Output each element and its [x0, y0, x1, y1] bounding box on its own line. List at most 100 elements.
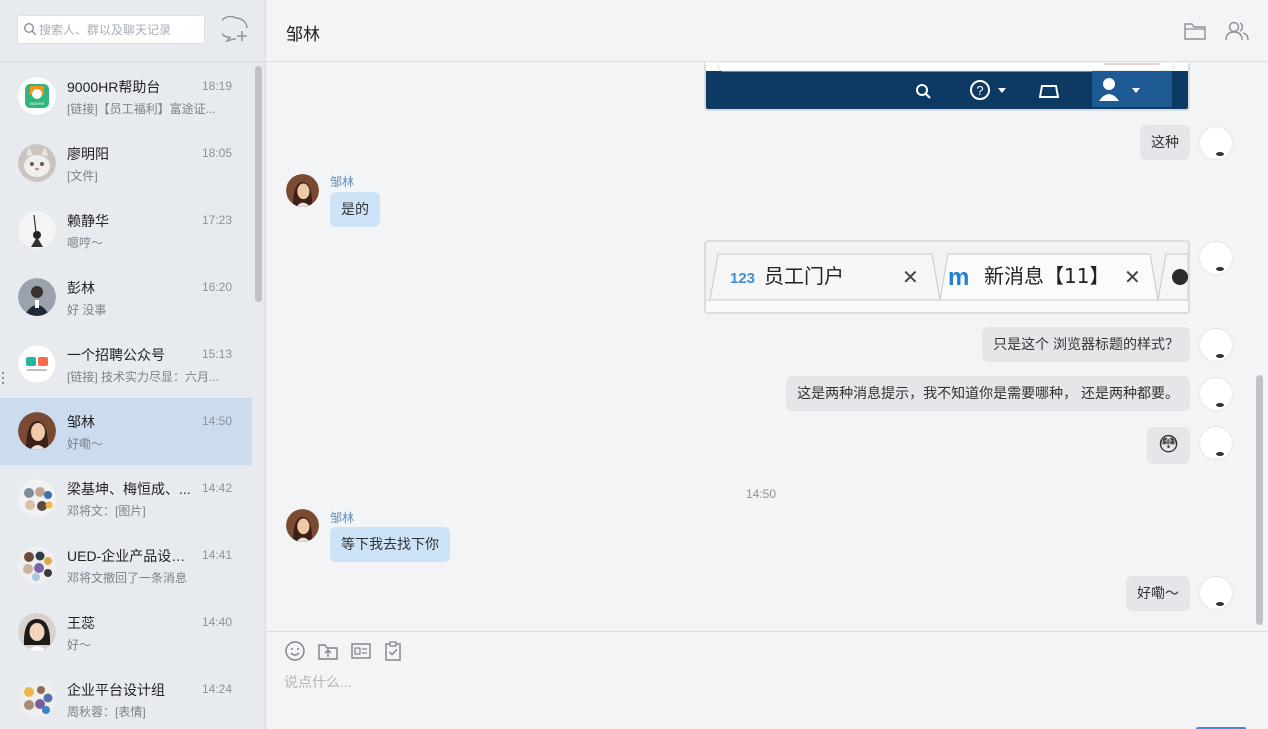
conversation-preview: 嗯哼～ [67, 236, 104, 250]
conversation-item[interactable]: 企业平台设计组 14:24 周秋蓉：[表情] [0, 666, 252, 729]
conversation-preview: [文件] [67, 169, 98, 183]
avatar [18, 479, 56, 517]
conversation-preview: 周秋蓉：[表情] [67, 705, 146, 719]
tab-logo-icon: 123 [730, 270, 755, 287]
message-bubble-outgoing[interactable]: 好嘞～ [1126, 576, 1190, 611]
message-input[interactable] [284, 672, 1244, 722]
conversation-preview: 好～ [67, 638, 92, 652]
conversation-item[interactable]: 彭林 16:20 好 没事 [0, 264, 252, 331]
chat-header: 邹林 [266, 0, 1268, 62]
message-bubble-incoming[interactable]: 是的 [330, 192, 380, 227]
conversation-name: 9000HR帮助台 [67, 79, 161, 95]
sidebar: 9000HR 9000HR帮助台 18:19 [链接]【员工福利】富途证... … [0, 0, 266, 729]
avatar [18, 613, 56, 651]
conversation-item[interactable]: 梁基坤、梅恒成、... 14:42 邓将文：[图片] [0, 465, 252, 532]
conversation-preview: 好嘞～ [67, 437, 104, 451]
message-timestamp: 14:50 [746, 487, 777, 501]
conversation-time: 14:41 [201, 548, 232, 562]
search-box[interactable] [17, 15, 205, 44]
my-avatar[interactable] [1199, 426, 1233, 460]
emoji-message[interactable]: 😳 [1147, 427, 1190, 464]
my-avatar[interactable] [1199, 576, 1233, 610]
message-bubble-incoming[interactable]: 等下我去找下你 [330, 527, 450, 562]
tab-close-icon: ✕ [902, 265, 919, 289]
message-scrollbar[interactable] [1256, 375, 1263, 625]
conversation-time: 14:50 [201, 414, 232, 428]
conversation-name: 一个招聘公众号 [67, 347, 165, 363]
chat-panel: 邹林 ? 这种 邹林 是的 123 员工门户 ✕ m 新消息【11】 ✕ 只是这… [266, 0, 1268, 729]
conversation-preview: [链接]【员工福利】富途证... [67, 102, 216, 116]
conversation-time: 17:23 [201, 213, 232, 227]
task-clipboard-icon[interactable] [382, 640, 404, 662]
message-bubble-outgoing[interactable]: 这种 [1140, 125, 1190, 160]
avatar [18, 211, 56, 249]
svg-text:9000HR: 9000HR [30, 101, 45, 106]
avatar [18, 680, 56, 718]
conversation-preview: 邓将文撤回了一条消息 [67, 571, 188, 585]
conversation-list: 9000HR 9000HR帮助台 18:19 [链接]【员工福利】富途证... … [0, 63, 252, 729]
conversation-name: 邹林 [67, 414, 95, 430]
image-message[interactable]: ? [704, 63, 1190, 111]
sender-name: 邹林 [330, 511, 355, 525]
conversation-preview: 好 没事 [67, 303, 107, 317]
folder-icon[interactable] [1182, 18, 1208, 44]
conversation-time: 18:19 [201, 79, 232, 93]
conversation-item-active[interactable]: 邹林 14:50 好嘞～ [0, 398, 252, 465]
conversation-preview: [链接] 技术实力尽显：六月... [67, 370, 220, 384]
upload-file-icon[interactable] [317, 640, 339, 662]
message-area: ? 这种 邹林 是的 123 员工门户 ✕ m 新消息【11】 ✕ 只是这个 浏… [266, 63, 1268, 631]
my-avatar[interactable] [1199, 241, 1233, 275]
conversation-name: 企业平台设计组 [67, 682, 165, 698]
conversation-preview: 邓将文：[图片] [67, 504, 146, 518]
conversation-item[interactable]: 赖静华 17:23 嗯哼～ [0, 197, 252, 264]
conversation-time: 18:05 [201, 146, 232, 160]
tab-close-icon: ✕ [1124, 265, 1141, 289]
conversation-name: 彭林 [67, 280, 95, 296]
browser-tab-label: 新消息【11】 [984, 264, 1109, 288]
search-icon [23, 22, 37, 36]
image-message[interactable]: 123 员工门户 ✕ m 新消息【11】 ✕ [704, 240, 1190, 314]
message-bubble-outgoing[interactable]: 这是两种消息提示，我不知道你是需要哪种， 还是两种都要。 [786, 376, 1190, 411]
avatar [18, 278, 56, 316]
contact-avatar[interactable] [286, 509, 319, 542]
svg-text:?: ? [976, 83, 983, 98]
conversation-name: 梁基坤、梅恒成、... [67, 481, 191, 497]
resize-handle[interactable] [2, 372, 5, 387]
conversation-item[interactable]: 一个招聘公众号 15:13 [链接] 技术实力尽显：六月... [0, 331, 252, 398]
conversation-name: UED-企业产品设计... [67, 548, 192, 564]
new-chat-icon[interactable] [218, 15, 250, 43]
composer [266, 631, 1268, 729]
conversation-time: 15:13 [201, 347, 232, 361]
avatar [18, 144, 56, 182]
message-bubble-outgoing[interactable]: 只是这个 浏览器标题的样式？ [982, 327, 1190, 362]
tab-logo-icon: m [948, 264, 969, 291]
conversation-item[interactable]: UED-企业产品设计... 14:41 邓将文撤回了一条消息 [0, 532, 252, 599]
conversation-name: 赖静华 [67, 213, 109, 229]
conversation-item[interactable]: 廖明阳 18:05 [文件] [0, 130, 252, 197]
contact-avatar[interactable] [286, 174, 319, 207]
avatar [18, 345, 56, 383]
sender-name: 邹林 [330, 175, 355, 189]
browser-tab-label: 员工门户 [764, 264, 844, 288]
conversation-time: 16:20 [201, 280, 232, 294]
avatar [18, 412, 56, 450]
contact-card-icon[interactable] [350, 640, 372, 662]
avatar: 9000HR [18, 77, 56, 115]
conversation-time: 14:24 [201, 682, 232, 696]
sidebar-top [0, 0, 265, 62]
chat-title: 邹林 [286, 25, 320, 44]
emoji-icon[interactable] [284, 640, 306, 662]
search-input[interactable] [39, 16, 199, 43]
conversation-name: 廖明阳 [67, 146, 109, 162]
conversation-name: 王蕊 [67, 615, 95, 631]
my-avatar[interactable] [1199, 328, 1233, 362]
my-avatar[interactable] [1199, 126, 1233, 160]
conversation-time: 14:42 [201, 481, 232, 495]
my-avatar[interactable] [1199, 377, 1233, 411]
avatar [18, 546, 56, 584]
conversation-item[interactable]: 王蕊 14:40 好～ [0, 599, 252, 666]
conversation-time: 14:40 [201, 615, 232, 629]
conversation-item[interactable]: 9000HR 9000HR帮助台 18:19 [链接]【员工福利】富途证... [0, 63, 252, 130]
members-icon[interactable] [1224, 18, 1250, 44]
sidebar-scrollbar[interactable] [255, 66, 262, 302]
